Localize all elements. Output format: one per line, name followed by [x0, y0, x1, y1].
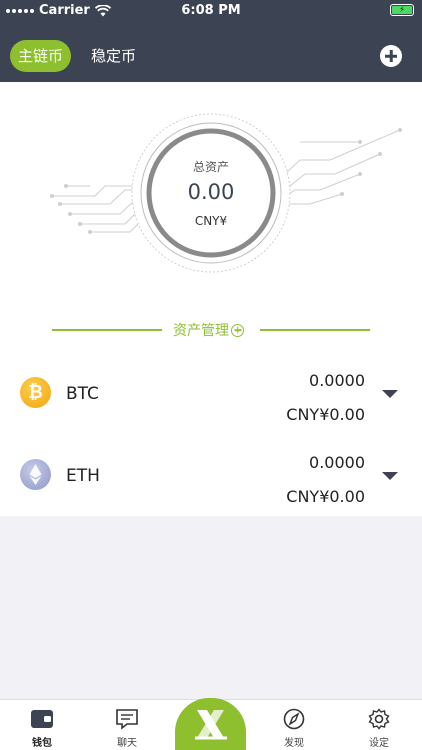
asset-management-divider: 资产管理 — [52, 320, 370, 340]
center-action-button[interactable] — [175, 698, 246, 750]
tab-wallet[interactable]: 钱包 — [12, 700, 72, 750]
asset-list: ₿ BTC 0.0000 CNY¥0.00 ETH 0.0000 CNY¥0.0… — [0, 352, 422, 516]
asset-row-btc[interactable]: ₿ BTC 0.0000 CNY¥0.00 — [0, 352, 422, 434]
tab-stablecoin[interactable]: 稳定币 — [91, 40, 136, 72]
coin-amount: 0.0000 — [309, 453, 365, 472]
battery-icon: ⚡ — [390, 4, 414, 16]
tab-wallet-label: 钱包 — [32, 738, 52, 749]
total-assets-panel: 总资产 0.00 CNY¥ 资产管理 — [0, 82, 422, 352]
tab-chat-label: 聊天 — [117, 738, 137, 749]
coin-fiat-value: CNY¥0.00 — [286, 487, 365, 506]
add-button[interactable] — [380, 45, 402, 67]
chevron-down-icon[interactable] — [382, 390, 398, 398]
compass-icon — [283, 708, 305, 730]
asset-management-button[interactable]: 资产管理 — [173, 320, 244, 340]
tab-discover-label: 发现 — [284, 738, 304, 749]
bottom-tab-bar: 钱包 聊天 发现 设定 — [0, 698, 422, 750]
divider-line-left — [52, 329, 162, 331]
total-assets-unit: CNY¥ — [194, 214, 228, 228]
tab-main-chain-coin[interactable]: 主链币 — [10, 40, 72, 72]
status-time: 6:08 PM — [181, 3, 241, 18]
tab-chat[interactable]: 聊天 — [97, 700, 157, 750]
coin-symbol: ETH — [66, 466, 100, 486]
status-bar: Carrier 6:08 PM ⚡ — [0, 0, 422, 22]
gear-icon — [368, 708, 390, 730]
asset-management-label: 资产管理 — [173, 323, 229, 339]
coin-symbol: BTC — [66, 384, 99, 404]
chat-icon — [116, 709, 138, 730]
chevron-down-icon[interactable] — [382, 472, 398, 480]
tab-settings-label: 设定 — [369, 738, 389, 749]
tab-discover[interactable]: 发现 — [264, 700, 324, 750]
wallet-icon — [31, 710, 53, 728]
x-logo-icon — [195, 710, 227, 740]
total-assets-label: 总资产 — [192, 160, 229, 174]
asset-row-eth[interactable]: ETH 0.0000 CNY¥0.00 — [0, 434, 422, 516]
ethereum-icon — [20, 459, 51, 490]
bitcoin-icon: ₿ — [20, 377, 51, 408]
plus-circle-icon — [231, 323, 244, 337]
total-assets-value: 0.00 — [187, 180, 235, 204]
app-header: Carrier 6:08 PM ⚡ 主链币 稳定币 — [0, 0, 422, 82]
currency-tabs: 主链币 稳定币 — [10, 40, 136, 72]
coin-amount: 0.0000 — [309, 371, 365, 390]
divider-line-right — [260, 329, 370, 331]
tab-settings[interactable]: 设定 — [349, 700, 409, 750]
coin-fiat-value: CNY¥0.00 — [286, 405, 365, 424]
